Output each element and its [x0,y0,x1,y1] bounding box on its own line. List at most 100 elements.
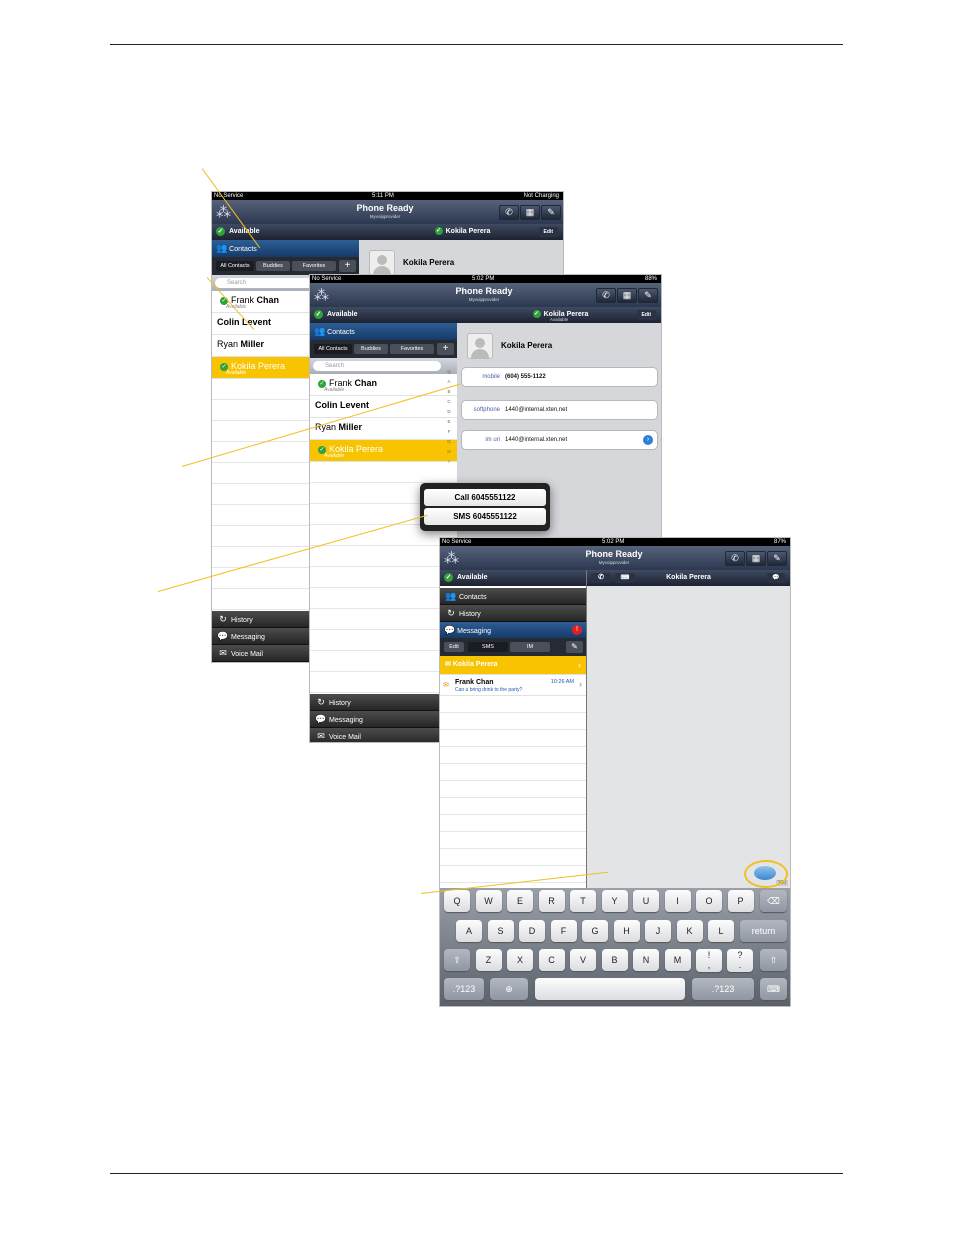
index-letter[interactable]: H [444,447,454,457]
key-n[interactable]: N [633,949,659,971]
key-q[interactable]: Q [444,890,470,912]
contacts-nav[interactable]: 👥 Contacts [310,323,457,340]
nav-history[interactable]: ↻ History [440,605,586,622]
tab-favorites[interactable]: Favorites [292,261,336,271]
tab-favorites[interactable]: Favorites [390,344,434,354]
wrench-icon[interactable]: ✎ [767,551,787,566]
contact-row[interactable]: ✓ Frank Chan Available [310,374,457,396]
thread-row[interactable]: ✉ Frank Chan 10:26 AM Can u bring drink … [440,675,586,696]
index-letter[interactable]: Q [444,367,454,377]
key-w[interactable]: W [475,890,502,912]
phone-icon[interactable]: ✆ [596,288,616,303]
key-u[interactable]: U [633,890,659,912]
edit-button[interactable]: Edit [538,227,558,237]
return-key[interactable]: return [740,920,787,942]
keyboard-icon[interactable]: ⌨ [615,573,635,583]
send-button[interactable] [754,866,776,880]
index-letter[interactable]: D [444,407,454,417]
index-letter[interactable]: I [444,457,454,467]
numbers-key-right[interactable]: .?123 [692,978,754,1000]
nav-history[interactable]: ↻ History [310,694,457,711]
backspace-key[interactable]: ⌫ [760,890,787,912]
key-e[interactable]: E [507,890,533,912]
key-k[interactable]: K [676,920,703,942]
key-y[interactable]: Y [601,890,628,912]
index-letter[interactable]: G [444,437,454,447]
key-h[interactable]: H [613,920,640,942]
edit-button[interactable]: Edit [636,310,656,320]
shift-right-key[interactable]: ⇧ [760,949,787,971]
alphabet-index[interactable]: QABCDEFGHI [444,367,454,467]
key-p[interactable]: P [727,890,754,912]
index-letter[interactable]: E [444,417,454,427]
key-r[interactable]: R [538,890,565,912]
call-icon[interactable]: ✆ [591,573,611,583]
available-check-icon: ✓ [444,572,453,582]
softphone-field[interactable]: softphone 1440@internal.xten.net [461,400,658,420]
tab-buddies[interactable]: Buddies [354,344,388,354]
tab-all-contacts[interactable]: All Contacts [314,344,352,354]
key-exclamation[interactable]: !, [696,949,722,972]
call-number-button[interactable]: Call 6045551122 [424,489,546,506]
contacts-nav[interactable]: 👥 Contacts [212,240,359,257]
key-z[interactable]: Z [475,949,502,971]
conversation-title: Kokila Perera [666,574,711,581]
presence-row[interactable]: ✓ Available [440,570,586,586]
compose-icon[interactable]: ✎ [566,641,583,653]
key-a[interactable]: A [456,920,482,942]
phone-icon[interactable]: ✆ [499,205,519,220]
mobile-field[interactable]: mobile (604) 555-1122 [461,367,658,387]
thread-row-selected[interactable]: ✉ Kokila Perera › [440,656,586,675]
key-d[interactable]: D [519,920,545,942]
dialpad-icon[interactable]: ▦ [617,288,637,303]
dialpad-icon[interactable]: ▦ [746,551,766,566]
im-uri-field[interactable]: im uri 1440@internal.xten.net › [461,430,658,450]
key-l[interactable]: L [708,920,734,942]
tab-all-contacts[interactable]: All Contacts [216,261,254,271]
key-question[interactable]: ?. [727,949,753,972]
key-c[interactable]: C [538,949,565,971]
nav-voicemail[interactable]: ✉ Voice Mail [310,728,457,742]
add-contact-button[interactable]: + [437,343,454,355]
chat-bubble-icon[interactable]: 💬 [767,573,785,583]
sms-number-button[interactable]: SMS 6045551122 [424,508,546,525]
nav-contacts[interactable]: 👥 Contacts [440,588,586,605]
hide-keyboard-key[interactable]: ⌨ [760,978,787,1000]
key-b[interactable]: B [601,949,628,971]
add-contact-button[interactable]: + [339,260,356,272]
presence-row[interactable]: ✓ Available [310,307,457,323]
key-s[interactable]: S [487,920,514,942]
wrench-icon[interactable]: ✎ [541,205,561,220]
app-title: Phone Ready [455,286,513,296]
voicemail-icon: ✉ [317,731,325,741]
key-m[interactable]: M [664,949,691,971]
tab-buddies[interactable]: Buddies [256,261,290,271]
key-i[interactable]: I [664,890,691,912]
edit-button[interactable]: Edit [444,642,464,652]
space-key[interactable] [535,978,685,1000]
key-o[interactable]: O [696,890,722,912]
contact-row-selected[interactable]: ✓ Kokila Perera Available [310,440,457,462]
numbers-key[interactable]: .?123 [444,978,484,1000]
presence-row[interactable]: ✓ Available [212,224,359,240]
tab-im[interactable]: IM [510,642,550,652]
tab-sms[interactable]: SMS [468,642,508,652]
disclosure-arrow-icon[interactable]: › [643,435,653,445]
search-input[interactable]: Search [313,361,441,371]
phone-icon[interactable]: ✆ [725,551,745,566]
key-t[interactable]: T [570,890,596,912]
key-f[interactable]: F [550,920,577,942]
index-letter[interactable]: C [444,397,454,407]
index-letter[interactable]: F [444,427,454,437]
shift-left-key[interactable]: ⇧ [444,949,470,971]
dialpad-icon[interactable]: ▦ [520,205,540,220]
wrench-icon[interactable]: ✎ [638,288,658,303]
key-g[interactable]: G [582,920,608,942]
envelope-icon: ✉ [445,661,451,668]
key-j[interactable]: J [645,920,671,942]
globe-key[interactable]: ⊕ [490,978,528,1000]
nav-messaging-active[interactable]: 💬 Messaging ! [440,622,586,638]
key-x[interactable]: X [507,949,533,971]
key-v[interactable]: V [570,949,596,971]
nav-messaging[interactable]: 💬 Messaging [310,711,457,728]
